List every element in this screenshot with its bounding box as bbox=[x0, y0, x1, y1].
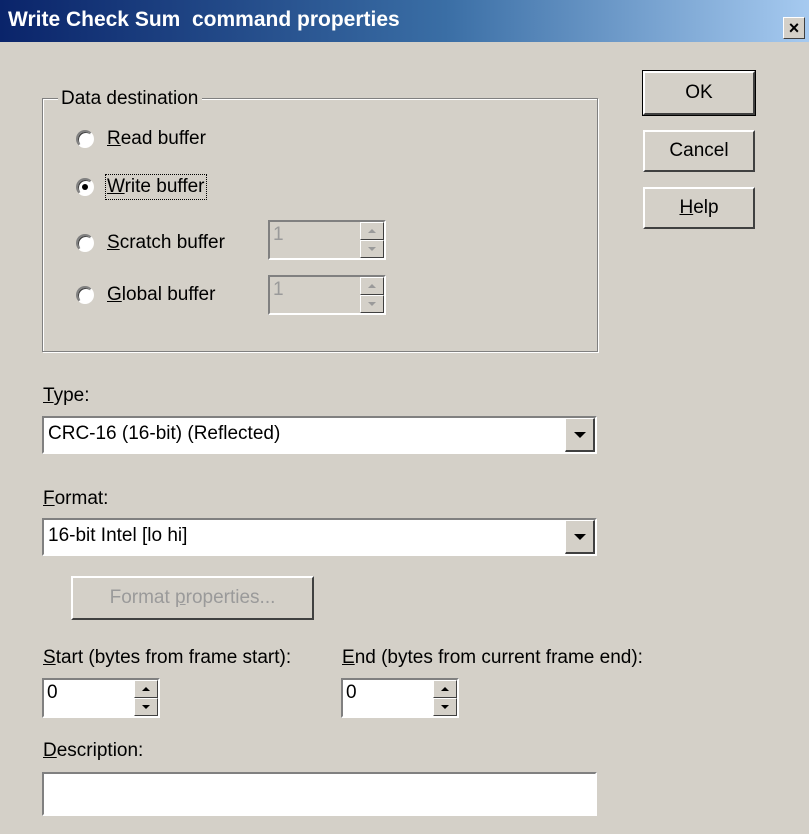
ok-button-label: OK bbox=[685, 82, 713, 103]
chevron-down-icon bbox=[573, 431, 586, 438]
format-select[interactable]: 16-bit Intel [lo hi] bbox=[42, 518, 597, 556]
description-label: Description: bbox=[43, 740, 144, 761]
arrow-down-icon bbox=[441, 705, 449, 709]
type-select[interactable]: CRC-16 (16-bit) (Reflected) bbox=[42, 416, 597, 454]
description-field[interactable] bbox=[42, 772, 597, 816]
start-value: 0 bbox=[47, 682, 58, 703]
arrow-up-icon bbox=[142, 687, 150, 691]
spin-down-button[interactable] bbox=[360, 240, 384, 258]
start-label: Start (bytes from frame start): bbox=[43, 647, 292, 668]
chevron-down-icon bbox=[573, 533, 586, 540]
window-title: Write Check Sum command properties bbox=[8, 8, 400, 31]
scratch-buffer-value: 1 bbox=[273, 224, 284, 245]
type-select-value: CRC-16 (16-bit) (Reflected) bbox=[48, 423, 281, 444]
arrow-down-icon bbox=[368, 302, 376, 306]
format-dropdown-button[interactable] bbox=[565, 520, 595, 554]
radio-write-buffer-label: Write buffer bbox=[105, 174, 207, 200]
arrow-down-icon bbox=[368, 247, 376, 251]
format-label: Format: bbox=[43, 488, 109, 509]
arrow-up-icon bbox=[368, 229, 376, 233]
close-icon: × bbox=[788, 18, 800, 38]
global-buffer-spinner[interactable]: 1 bbox=[268, 275, 386, 315]
ok-button[interactable]: OK bbox=[642, 70, 756, 116]
arrow-down-icon bbox=[142, 705, 150, 709]
arrow-up-icon bbox=[368, 284, 376, 288]
start-spinner[interactable]: 0 bbox=[42, 678, 160, 718]
cancel-button[interactable]: Cancel bbox=[643, 130, 755, 172]
radio-write-buffer[interactable]: Write buffer bbox=[76, 173, 207, 201]
radio-circle-checked[interactable] bbox=[76, 178, 94, 196]
end-value: 0 bbox=[346, 682, 357, 703]
cancel-button-label: Cancel bbox=[669, 140, 729, 161]
help-button[interactable]: Help bbox=[643, 187, 755, 229]
scratch-buffer-spinner[interactable]: 1 bbox=[268, 220, 386, 260]
spin-up-button[interactable] bbox=[360, 222, 384, 240]
spin-up-button[interactable] bbox=[433, 680, 457, 698]
radio-circle[interactable] bbox=[76, 130, 94, 148]
radio-circle[interactable] bbox=[76, 234, 94, 252]
format-select-value: 16-bit Intel [lo hi] bbox=[48, 525, 188, 546]
spin-down-button[interactable] bbox=[134, 698, 158, 716]
spin-up-button[interactable] bbox=[134, 680, 158, 698]
format-properties-label: Format properties... bbox=[109, 587, 276, 608]
radio-global-buffer[interactable]: Global buffer bbox=[76, 281, 215, 309]
radio-circle[interactable] bbox=[76, 286, 94, 304]
type-dropdown-button[interactable] bbox=[565, 418, 595, 452]
spin-down-button[interactable] bbox=[360, 295, 384, 313]
radio-read-buffer-label: Read buffer bbox=[107, 128, 206, 149]
format-properties-button[interactable]: Format properties... bbox=[71, 576, 314, 620]
radio-scratch-buffer-label: Scratch buffer bbox=[107, 232, 225, 253]
data-destination-label: Data destination bbox=[58, 88, 203, 110]
spin-down-button[interactable] bbox=[433, 698, 457, 716]
global-buffer-value: 1 bbox=[273, 279, 284, 300]
type-label: Type: bbox=[43, 385, 90, 406]
title-bar: Write Check Sum command properties × bbox=[0, 0, 809, 42]
radio-scratch-buffer[interactable]: Scratch buffer bbox=[76, 229, 225, 257]
spin-up-button[interactable] bbox=[360, 277, 384, 295]
end-spinner[interactable]: 0 bbox=[341, 678, 459, 718]
radio-read-buffer[interactable]: Read buffer bbox=[76, 125, 206, 153]
end-label: End (bytes from current frame end): bbox=[342, 647, 643, 668]
close-button[interactable]: × bbox=[783, 17, 805, 39]
radio-global-buffer-label: Global buffer bbox=[107, 284, 216, 305]
help-button-label: Help bbox=[679, 197, 719, 218]
arrow-up-icon bbox=[441, 687, 449, 691]
